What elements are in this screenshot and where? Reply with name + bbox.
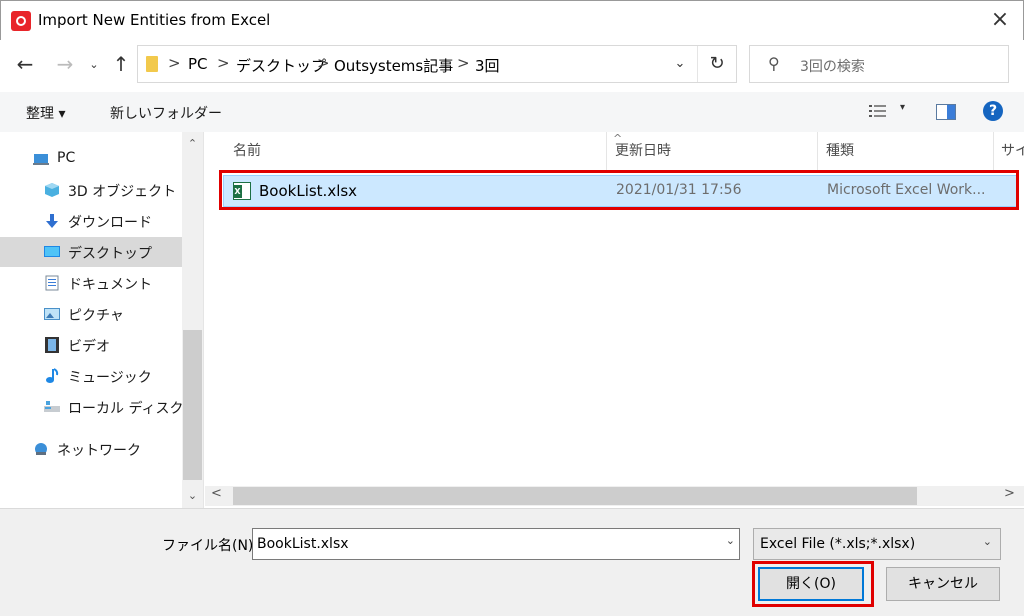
sidebar-item-label: ネットワーク (57, 443, 141, 459)
organize-button[interactable]: 整理 ▾ (26, 103, 65, 123)
search-input[interactable]: ⚲ 3回の検索 (749, 45, 1009, 83)
column-header-modified[interactable]: 更新日時 (615, 140, 671, 160)
sidebar-item-3d-objects[interactable]: 3D オブジェクト (0, 175, 182, 205)
chevron-down-icon[interactable]: ⌄ (182, 486, 203, 506)
divider (697, 46, 698, 82)
recent-locations-button[interactable]: ⌄ (86, 54, 102, 76)
app-icon (11, 11, 31, 31)
title-bar: Import New Entities from Excel × (0, 0, 1024, 40)
sidebar-item-network[interactable]: ネットワーク (0, 434, 182, 464)
view-dropdown-icon[interactable]: ▾ (900, 102, 905, 113)
chevron-down-icon[interactable]: ⌄ (726, 534, 735, 547)
search-icon: ⚲ (768, 54, 780, 73)
window-title: Import New Entities from Excel (38, 11, 271, 29)
sidebar-item-documents[interactable]: ドキュメント (0, 268, 182, 298)
breadcrumb-separator: > (457, 54, 470, 72)
search-placeholder: 3回の検索 (800, 59, 865, 75)
sidebar-item-label: PC (57, 150, 76, 166)
breadcrumb-pc[interactable]: PC (188, 55, 208, 73)
video-icon (45, 337, 59, 353)
open-button-highlight-annotation (752, 561, 874, 607)
cancel-button[interactable]: キャンセル (886, 567, 1000, 601)
navigation-pane: PC 3D オブジェクト ダウンロード デスクトップ ドキュメント ピクチャ ビ… (0, 132, 204, 508)
sidebar-item-music[interactable]: ミュージック (0, 361, 182, 391)
column-divider[interactable] (606, 132, 607, 170)
sidebar-item-label: ビデオ (68, 339, 110, 355)
horizontal-scroll-thumb[interactable] (233, 487, 917, 505)
column-header-type[interactable]: 種類 (826, 140, 854, 160)
sidebar-item-videos[interactable]: ビデオ (0, 330, 182, 360)
sidebar-scroll-thumb[interactable] (183, 330, 202, 480)
help-icon[interactable]: ? (983, 101, 1003, 121)
sidebar-item-downloads[interactable]: ダウンロード (0, 206, 182, 236)
up-button[interactable]: ↑ (108, 52, 134, 78)
filename-field[interactable]: BookList.xlsx ⌄ (252, 528, 740, 560)
toolbar: 整理 ▾ 新しいフォルダー ▾ ? (0, 92, 1024, 132)
download-icon (46, 214, 58, 228)
sidebar-item-label: ピクチャ (68, 308, 124, 324)
sidebar-item-label: デスクトップ (68, 246, 152, 262)
file-type-filter-value: Excel File (*.xls;*.xlsx) (760, 536, 916, 552)
preview-pane-icon[interactable] (936, 104, 956, 120)
desktop-icon (44, 246, 60, 257)
chevron-up-icon[interactable]: ⌃ (182, 134, 203, 154)
file-row-highlight-annotation (219, 170, 1019, 210)
breadcrumb-desktop[interactable]: デスクトップ (236, 55, 326, 76)
chevron-right-icon[interactable]: > (1004, 486, 1015, 501)
breadcrumb-separator: > (168, 54, 181, 72)
pc-icon (33, 154, 49, 165)
folder-icon (146, 56, 158, 72)
breadcrumb-separator: > (217, 54, 230, 72)
documents-icon (45, 275, 59, 291)
sidebar-item-desktop[interactable]: デスクトップ (0, 237, 182, 267)
sidebar-item-label: ミュージック (68, 370, 152, 386)
address-bar[interactable]: > PC > デスクトップ > Outsystems記事 > 3回 ⌄ ↻ (137, 45, 737, 83)
chevron-down-icon[interactable]: ⌄ (668, 52, 692, 78)
network-icon (35, 443, 47, 455)
forward-button[interactable]: → (52, 52, 78, 78)
sidebar-item-local-disk[interactable]: ローカル ディスク (C (0, 392, 203, 422)
sidebar-item-label: ドキュメント (68, 277, 152, 293)
column-header-size[interactable]: サイ (1001, 140, 1024, 160)
music-icon (46, 368, 59, 383)
chevron-down-icon[interactable]: ⌄ (983, 535, 992, 548)
refresh-icon[interactable]: ↻ (702, 50, 732, 78)
close-button[interactable]: × (983, 5, 1017, 37)
column-divider[interactable] (817, 132, 818, 170)
file-type-filter-select[interactable]: Excel File (*.xls;*.xlsx) ⌄ (753, 528, 1001, 560)
3d-objects-icon (45, 183, 59, 197)
breadcrumb-separator: > (317, 54, 330, 72)
local-disk-icon (44, 401, 60, 412)
column-header-name[interactable]: 名前 (233, 140, 261, 160)
new-folder-button[interactable]: 新しいフォルダー (110, 103, 222, 123)
sidebar-item-pc[interactable]: PC (0, 144, 182, 174)
view-options-icon[interactable] (868, 103, 888, 119)
sidebar-item-pictures[interactable]: ピクチャ (0, 299, 182, 329)
filename-value: BookList.xlsx (257, 536, 349, 552)
breadcrumb-current[interactable]: 3回 (475, 55, 500, 76)
back-button[interactable]: ← (12, 52, 38, 78)
chevron-left-icon[interactable]: < (211, 486, 222, 501)
sidebar-item-label: ダウンロード (68, 215, 152, 231)
breadcrumb-outsystems[interactable]: Outsystems記事 (334, 55, 453, 76)
sidebar-item-label: 3D オブジェクト (68, 184, 177, 200)
column-divider[interactable] (993, 132, 994, 170)
filename-label: ファイル名(N): (162, 538, 259, 554)
pictures-icon (44, 308, 60, 320)
